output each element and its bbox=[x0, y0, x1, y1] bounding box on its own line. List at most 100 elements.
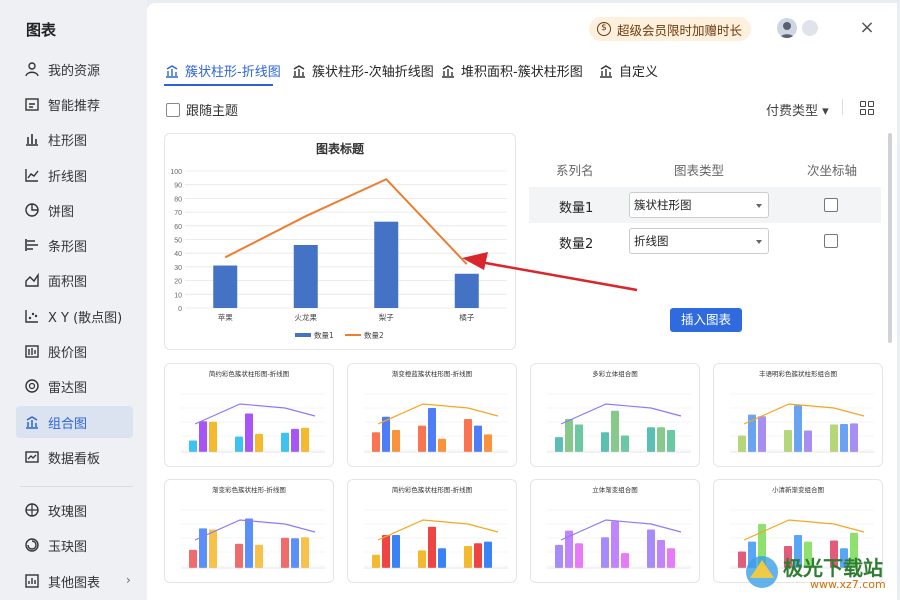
template-card[interactable]: 渐变橙蓝簇状柱形图-折线图 bbox=[347, 363, 517, 467]
tab-3[interactable]: 堆积面积-簇状柱形图 bbox=[440, 61, 583, 80]
secondary-axis-checkbox[interactable] bbox=[824, 198, 838, 212]
y-tick-label: 30 bbox=[174, 265, 182, 272]
template-title: 简约彩色簇状柱形图-折线图 bbox=[208, 370, 290, 378]
active-tab-indicator bbox=[164, 84, 273, 86]
template-card[interactable]: 立体渐变组合图 bbox=[530, 479, 700, 583]
chart-type-select[interactable]: 簇状柱形图 bbox=[629, 192, 769, 218]
sidebar-title: 图表 bbox=[26, 21, 57, 39]
sidebar-item-label: 饼图 bbox=[48, 204, 75, 220]
bar bbox=[454, 273, 479, 308]
scrollbar[interactable] bbox=[888, 133, 892, 343]
insert-chart-button[interactable]: 插入图表 bbox=[670, 308, 742, 332]
sidebar-item-label: 我的资源 bbox=[48, 63, 101, 79]
user-icon bbox=[25, 62, 39, 77]
template-card[interactable]: 多彩立体组合图 bbox=[530, 363, 700, 467]
sidebar-item-label: 股价图 bbox=[48, 345, 88, 361]
y-tick-label: 10 bbox=[174, 292, 182, 299]
legend-label: 数量2 bbox=[364, 330, 384, 340]
checkbox-box[interactable] bbox=[166, 102, 180, 117]
sidebar-item-label: 雷达图 bbox=[48, 380, 88, 396]
combo-chart-icon bbox=[26, 416, 38, 429]
sidebar-item-13[interactable]: 玫瑰图 bbox=[16, 494, 133, 526]
template-card[interactable]: 丰语明彩色簇状柱形组合图 bbox=[713, 363, 883, 467]
sidebar-item-2[interactable]: 智能推荐 bbox=[16, 88, 133, 120]
sidebar-item-9[interactable]: 股价图 bbox=[16, 335, 133, 367]
line-chart-icon bbox=[25, 169, 39, 182]
template-title: 简约彩色簇状柱形图-折线图 bbox=[391, 486, 473, 494]
template-card[interactable]: 简约彩色簇状柱形图-折线图 bbox=[164, 363, 334, 467]
sidebar-item-14[interactable]: 玉玦图 bbox=[16, 529, 133, 561]
tab-4[interactable]: 自定义 bbox=[598, 61, 658, 80]
stock-chart-icon bbox=[25, 345, 39, 358]
secondary-axis-checkbox[interactable] bbox=[824, 234, 838, 248]
sidebar-item-6[interactable]: 条形图 bbox=[16, 229, 133, 261]
template-title: 丰语明彩色簇状柱形组合图 bbox=[759, 370, 837, 378]
avatar[interactable] bbox=[777, 18, 797, 38]
template-card[interactable]: 简约彩色簇状柱形图-折线图 bbox=[347, 479, 517, 583]
legend-label: 数量1 bbox=[314, 330, 334, 340]
ring-chart-icon bbox=[25, 538, 39, 552]
sidebar-item-label: 数据看板 bbox=[48, 451, 101, 467]
template-thumbnail bbox=[547, 509, 691, 569]
pie-chart-icon bbox=[25, 203, 39, 217]
preview-chart-svg: 0 10 20 30 40 50 60 70 80 90 100 苹果 火龙果 梨子 橘子数量1 数量2 bbox=[170, 169, 507, 340]
y-tick-label: 50 bbox=[174, 238, 182, 245]
badge-icon[interactable] bbox=[802, 20, 818, 36]
scatter-chart-icon bbox=[25, 310, 38, 323]
sidebar-item-12[interactable]: 数据看板 bbox=[16, 441, 133, 473]
recommend-icon bbox=[25, 98, 39, 111]
template-card[interactable]: 渐变彩色簇状柱形-折线图 bbox=[164, 479, 334, 583]
template-title: 多彩立体组合图 bbox=[592, 370, 638, 378]
y-tick-label: 100 bbox=[170, 169, 182, 176]
sidebar-item-label: 玫瑰图 bbox=[48, 504, 88, 520]
combo-chart-icon bbox=[293, 64, 305, 78]
tab-2[interactable]: 簇状柱形-次轴折线图 bbox=[291, 61, 434, 80]
sidebar-item-label: 柱形图 bbox=[48, 133, 88, 149]
sidebar: 图表 我的资源智能推荐柱形图折线图饼图条形图面积图 X Y (散点图) 股价图雷达图… bbox=[0, 0, 147, 600]
sidebar-item-15[interactable]: 其他图表 › bbox=[16, 565, 133, 597]
sidebar-item-5[interactable]: 饼图 bbox=[16, 194, 133, 226]
sidebar-item-10[interactable]: 雷达图 bbox=[16, 370, 133, 402]
vip-promo-label: 超级会员限时加赠时长 bbox=[617, 22, 743, 38]
template-thumbnail bbox=[181, 393, 325, 453]
sidebar-item-4[interactable]: 折线图 bbox=[16, 159, 133, 191]
tab-label: 堆积面积-簇状柱形图 bbox=[461, 65, 583, 80]
y-tick-label: 90 bbox=[174, 183, 182, 190]
sidebar-item-1[interactable]: 我的资源 bbox=[16, 53, 133, 85]
bar bbox=[293, 244, 318, 308]
vip-coin-icon: $ bbox=[597, 22, 611, 36]
chart-type-select[interactable]: 折线图 bbox=[629, 228, 769, 254]
header-chart-type: 图表类型 bbox=[674, 163, 725, 178]
x-tick-label: 橘子 bbox=[459, 312, 474, 322]
bar bbox=[213, 265, 238, 308]
watermark-text: 极光下载站 bbox=[783, 556, 883, 580]
sidebar-item-label: 其他图表 bbox=[48, 575, 101, 591]
template-title: 小清新渐变组合图 bbox=[772, 486, 824, 494]
sidebar-item-8[interactable]: X Y (散点图) bbox=[16, 300, 133, 332]
chart-preview: 图表标题 0 10 20 30 40 50 60 70 80 90 100 苹果 火龙果 梨子 橘子 数量1 数… bbox=[164, 133, 516, 350]
sidebar-divider bbox=[20, 486, 133, 487]
close-button[interactable]: × bbox=[857, 18, 877, 38]
grid-view-icon[interactable] bbox=[860, 101, 874, 115]
sidebar-item-label: 组合图 bbox=[48, 416, 88, 432]
sidebar-item-label: 智能推荐 bbox=[48, 98, 101, 114]
y-tick-label: 40 bbox=[174, 251, 182, 258]
tab-label: 簇状柱形-次轴折线图 bbox=[312, 65, 434, 80]
y-tick-label: 80 bbox=[174, 196, 182, 203]
radar-chart-icon bbox=[25, 379, 39, 393]
vip-promo-button[interactable]: $ 超级会员限时加赠时长 bbox=[589, 17, 751, 41]
chevron-right-icon: › bbox=[126, 573, 131, 587]
sidebar-item-11[interactable]: 组合图 bbox=[16, 406, 133, 438]
header-series-name: 系列名 bbox=[556, 163, 594, 178]
follow-theme-checkbox[interactable]: 跟随主题 bbox=[166, 100, 238, 119]
tab-1[interactable]: 簇状柱形-折线图 bbox=[164, 61, 281, 80]
sidebar-item-7[interactable]: 面积图 bbox=[16, 264, 133, 296]
y-tick-label: 20 bbox=[174, 279, 182, 286]
tab-label: 自定义 bbox=[619, 65, 659, 80]
chart-title: 图表标题 bbox=[315, 142, 364, 156]
sidebar-item-label: 条形图 bbox=[48, 239, 88, 255]
pay-type-dropdown[interactable]: 付费类型 ▾ bbox=[766, 100, 829, 119]
watermark-url: www.xz7.com bbox=[810, 578, 886, 591]
follow-theme-label: 跟随主题 bbox=[186, 104, 239, 119]
sidebar-item-3[interactable]: 柱形图 bbox=[16, 123, 133, 155]
